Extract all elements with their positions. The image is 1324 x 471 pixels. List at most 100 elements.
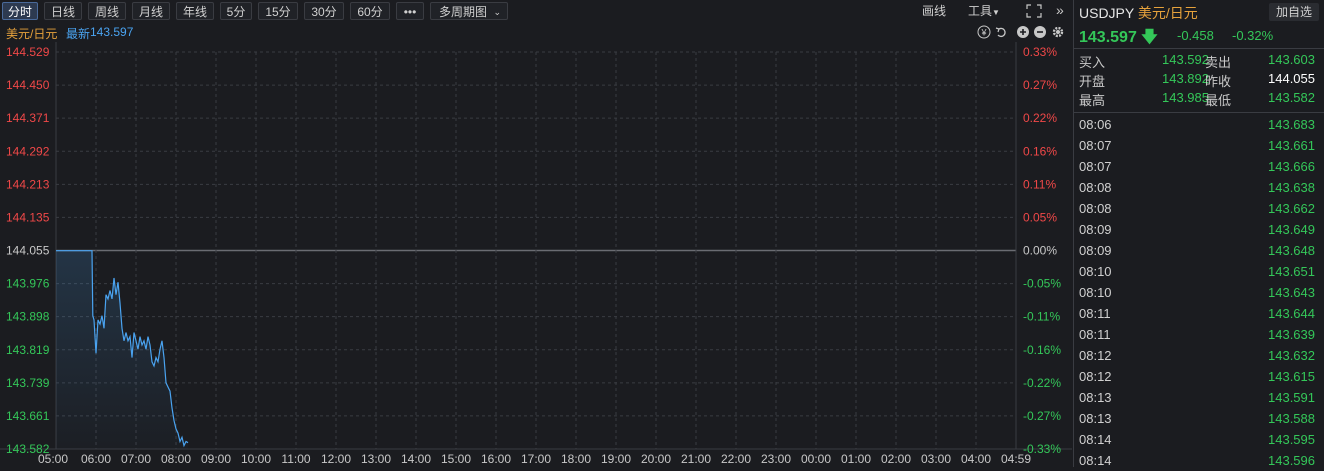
tick-price: 143.644 — [1268, 306, 1315, 321]
price-tick-label: 144.213 — [6, 177, 50, 191]
tick-time: 08:07 — [1079, 159, 1112, 174]
period-tab-30min[interactable]: 30分 — [304, 2, 344, 20]
period-tab-weekly[interactable]: 周线 — [88, 2, 126, 20]
tick-time: 08:06 — [1079, 117, 1112, 132]
tick-time: 08:12 — [1079, 369, 1112, 384]
time-tick-label: 18:00 — [561, 452, 591, 466]
undo-icon[interactable] — [995, 27, 1006, 38]
percent-tick-label: 0.33% — [1023, 45, 1057, 59]
price-tick-label: 143.898 — [6, 310, 50, 324]
percent-tick-label: 0.22% — [1023, 111, 1057, 125]
tick-time: 08:09 — [1079, 243, 1112, 258]
quote-row: 最高 143.985 最低 143.582 — [1079, 90, 1319, 108]
symbol-code: USDJPY — [1079, 5, 1134, 21]
tick-price: 143.591 — [1268, 390, 1315, 405]
time-tick-label: 12:00 — [321, 452, 351, 466]
tick-row: 08:12 143.632 — [1079, 345, 1319, 366]
period-tab-60min[interactable]: 60分 — [350, 2, 390, 20]
time-tick-label: 05:00 — [38, 452, 68, 466]
tick-price: 143.651 — [1268, 264, 1315, 279]
tick-row: 08:07 143.661 — [1079, 135, 1319, 156]
quote-value: 143.603 — [1268, 52, 1315, 67]
tick-time: 08:09 — [1079, 222, 1112, 237]
tools-dropdown[interactable]: 工具▼ — [968, 2, 1000, 20]
price-tick-label: 144.055 — [6, 244, 50, 258]
percent-tick-label: -0.27% — [1023, 409, 1061, 423]
last-price-value: 143.597 — [1079, 29, 1137, 46]
time-tick-label: 00:00 — [801, 452, 831, 466]
price-tick-label: 143.661 — [6, 409, 50, 423]
price-tick-label: 144.292 — [6, 144, 50, 158]
draw-line-button[interactable]: 画线 — [922, 2, 946, 20]
period-tab-15min[interactable]: 15分 — [258, 2, 298, 20]
percent-tick-label: 0.05% — [1023, 210, 1057, 224]
tick-price: 143.615 — [1268, 369, 1315, 384]
chart-subheader: 美元/日元 最新 143.597 ¥ — [0, 22, 1072, 42]
tick-price: 143.662 — [1268, 201, 1315, 216]
period-tab-yearly[interactable]: 年线 — [176, 2, 214, 20]
quote-label: 最低 — [1205, 93, 1232, 108]
price-tick-label: 143.976 — [6, 277, 50, 291]
time-tick-label: 15:00 — [441, 452, 471, 466]
time-tick-label: 01:00 — [841, 452, 871, 466]
intraday-chart[interactable]: 144.529 0.33% 144.450 0.27% 144.371 0.22% 144.… — [0, 42, 1072, 467]
period-tab-daily[interactable]: 日线 — [44, 2, 82, 20]
quote-label: 卖出 — [1205, 55, 1232, 70]
time-tick-label: 07:00 — [121, 452, 151, 466]
chevron-down-icon: ⌄ — [493, 7, 501, 17]
time-tick-label: 23:00 — [761, 452, 791, 466]
fullscreen-icon[interactable] — [1026, 4, 1042, 18]
tick-price: 143.632 — [1268, 348, 1315, 363]
time-tick-label: 02:00 — [881, 452, 911, 466]
tick-time: 08:13 — [1079, 411, 1112, 426]
tick-time: 08:08 — [1079, 201, 1112, 216]
svg-text:¥: ¥ — [980, 28, 987, 38]
tick-time: 08:14 — [1079, 432, 1112, 447]
currency-yen-icon[interactable]: ¥ — [977, 25, 991, 39]
period-tab-intraday[interactable]: 分时 — [2, 2, 38, 20]
time-tick-label: 08:00 — [161, 452, 191, 466]
add-watchlist-button[interactable]: 加自选 — [1269, 3, 1319, 21]
percent-tick-label: 0.27% — [1023, 78, 1057, 92]
arrow-down-icon: 🡇 — [1141, 29, 1158, 46]
price-tick-label: 143.739 — [6, 376, 50, 390]
percent-tick-label: -0.16% — [1023, 343, 1061, 357]
price-tick-label: 144.371 — [6, 111, 50, 125]
time-tick-label: 06:00 — [81, 452, 111, 466]
percent-tick-label: 0.16% — [1023, 144, 1057, 158]
change-percent: -0.32% — [1232, 28, 1274, 43]
time-tick-label: 22:00 — [721, 452, 751, 466]
time-tick-label: 17:00 — [521, 452, 551, 466]
multi-period-dropdown[interactable]: 多周期图 ⌄ — [430, 2, 508, 20]
percent-tick-label: -0.22% — [1023, 376, 1061, 390]
tick-price: 143.649 — [1268, 222, 1315, 237]
percent-tick-label: -0.05% — [1023, 277, 1061, 291]
quote-row: 开盘 143.892 昨收 144.055 — [1079, 71, 1319, 89]
divider — [1074, 48, 1324, 49]
tick-row: 08:11 143.644 — [1079, 303, 1319, 324]
tick-row: 08:12 143.615 — [1079, 366, 1319, 387]
gear-icon[interactable] — [1052, 26, 1064, 38]
chart-canvas: 144.529 0.33% 144.450 0.27% 144.371 0.22% 144.… — [0, 42, 1072, 466]
caret-down-icon: ▼ — [992, 8, 1000, 17]
period-tab-monthly[interactable]: 月线 — [132, 2, 170, 20]
time-tick-label: 04:59 — [1001, 452, 1031, 466]
tick-price: 143.596 — [1268, 453, 1315, 468]
tick-row: 08:14 143.596 — [1079, 450, 1319, 471]
tick-row: 08:09 143.648 — [1079, 240, 1319, 261]
collapse-panel-icon[interactable]: » — [1056, 2, 1064, 18]
quote-label: 最高 — [1079, 93, 1106, 108]
quote-value: 144.055 — [1268, 71, 1315, 86]
zoom-in-icon[interactable] — [1017, 26, 1029, 38]
tick-row: 08:10 143.651 — [1079, 261, 1319, 282]
more-periods-button[interactable]: ••• — [396, 2, 424, 20]
period-tab-5min[interactable]: 5分 — [220, 2, 252, 20]
zoom-out-icon[interactable] — [1034, 26, 1046, 38]
tick-price: 143.588 — [1268, 411, 1315, 426]
quote-label: 昨收 — [1205, 74, 1232, 89]
percent-tick-label: 0.00% — [1023, 244, 1057, 258]
tick-price: 143.666 — [1268, 159, 1315, 174]
period-toolbar: 分时 日线 周线 月线 年线 5分 15分 30分 60分 ••• 多周期图 ⌄… — [0, 0, 1072, 22]
change-value: -0.458 — [1177, 28, 1214, 43]
time-tick-label: 16:00 — [481, 452, 511, 466]
